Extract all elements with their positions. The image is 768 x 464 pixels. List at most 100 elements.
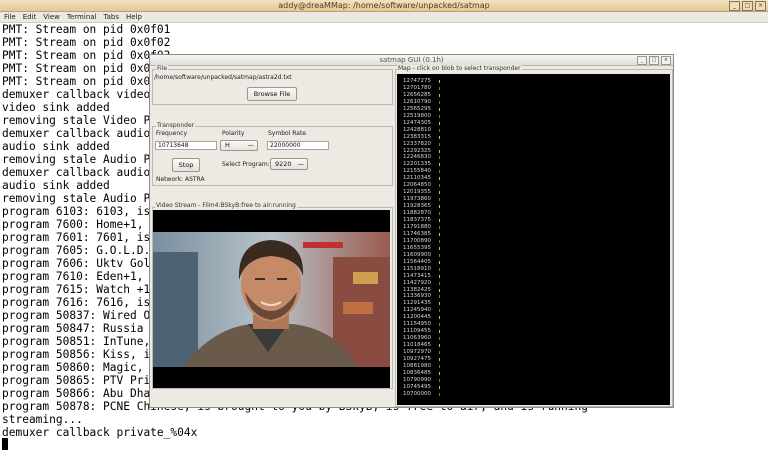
maximize-icon[interactable]: □	[742, 1, 753, 11]
transponder-blob[interactable]	[439, 80, 440, 83]
transponder-blob[interactable]	[439, 302, 440, 306]
terminal-line: demuxer callback private_%04x	[2, 426, 198, 439]
transponder-blob[interactable]	[439, 358, 440, 361]
satmap-window: satmap GUI (0.1h) _ □ × File /home/softw…	[149, 54, 674, 408]
frequency-tick-label: 11427920	[403, 279, 431, 286]
transponder-blob[interactable]	[439, 219, 440, 222]
terminal-line: program 7601: 7601, is	[2, 231, 151, 244]
polarity-label: Polarity	[222, 130, 245, 137]
transponder-blob[interactable]	[439, 246, 440, 250]
transponder-blob[interactable]	[439, 232, 440, 236]
transponder-blob[interactable]	[439, 385, 440, 389]
transponder-blob[interactable]	[439, 177, 440, 181]
terminal-line: program 7610: Eden+1, i	[2, 270, 157, 283]
transponder-blob[interactable]	[439, 239, 440, 243]
transponder-blob[interactable]	[439, 288, 440, 292]
transponder-blob[interactable]	[439, 295, 440, 299]
menu-tabs[interactable]: Tabs	[104, 12, 120, 22]
terminal-line: PMT: Stream on pid 0x0f02	[2, 36, 171, 49]
terminal-line: PMT: Stream on pid 0x0f01	[2, 23, 171, 36]
transponder-blob[interactable]	[439, 337, 440, 341]
transponder-blob[interactable]	[439, 330, 440, 334]
transponder-blob[interactable]	[439, 107, 440, 111]
transponder-blob[interactable]	[439, 114, 440, 118]
transponder-blob[interactable]	[439, 344, 440, 348]
chevron-down-icon: —	[297, 160, 305, 168]
transponder-blob[interactable]	[439, 156, 440, 160]
transponder-blob[interactable]	[439, 100, 440, 104]
transponder-blob[interactable]	[439, 378, 440, 382]
transponder-blob[interactable]	[439, 392, 440, 396]
polarity-select[interactable]: H —	[220, 140, 258, 151]
transponder-blob[interactable]	[439, 316, 440, 320]
minimize-icon[interactable]: _	[637, 56, 647, 65]
terminal-line: streaming...	[2, 413, 83, 426]
frequency-tick-label: 11018465	[403, 342, 431, 349]
transponder-blob[interactable]	[439, 163, 440, 167]
terminal-line: program 50865: PTV Prim	[2, 374, 157, 387]
chevron-down-icon: —	[247, 141, 255, 149]
transponder-blob[interactable]	[439, 205, 440, 209]
transponder-blob[interactable]	[439, 149, 440, 153]
transponder-blob[interactable]	[439, 267, 440, 271]
menu-terminal[interactable]: Terminal	[67, 12, 97, 22]
frequency-input[interactable]: 10713648	[155, 141, 217, 150]
menu-edit[interactable]: Edit	[23, 12, 37, 22]
transponder-blob[interactable]	[439, 184, 440, 188]
close-icon[interactable]: ×	[755, 1, 766, 11]
frequency-tick-label: 12565295	[403, 105, 431, 112]
satmap-title: satmap GUI (0.1h)	[379, 56, 444, 64]
terminal-line: program 7615: Watch +1,	[2, 283, 157, 296]
transponder-blob[interactable]	[439, 225, 440, 229]
transponder-blob[interactable]	[439, 121, 440, 125]
frequency-tick-label: 11837375	[403, 217, 431, 223]
transponder-blob[interactable]	[439, 260, 440, 264]
frequency-tick-label: 11518910	[403, 265, 431, 272]
stop-button[interactable]: Stop	[172, 158, 200, 172]
transponder-blob[interactable]	[439, 281, 440, 285]
transponder-blob[interactable]	[439, 170, 440, 174]
frequency-tick-label: 12155840	[403, 168, 431, 175]
frequency-tick-label: 11609900	[403, 251, 431, 258]
transponder-blob[interactable]	[439, 135, 440, 139]
transponder-blob[interactable]	[439, 323, 440, 327]
terminal-line: demuxer callback audio_	[2, 127, 157, 140]
minimize-icon[interactable]: _	[729, 1, 740, 11]
transponder-blob[interactable]	[439, 371, 440, 375]
terminal-line: audio sink added	[2, 179, 110, 192]
menu-view[interactable]: View	[43, 12, 60, 22]
terminal-line: removing stale Audio PA	[2, 192, 157, 205]
transponder-blob[interactable]	[439, 309, 440, 313]
transponder-blob[interactable]	[439, 253, 440, 257]
transponder-blob[interactable]	[439, 191, 440, 195]
transponder-blob[interactable]	[439, 364, 440, 368]
transponder-blob[interactable]	[439, 212, 440, 216]
frequency-tick-label: 11336930	[403, 293, 431, 300]
transponder-blob[interactable]	[439, 128, 440, 132]
terminal-line: program 7606: Uktv Gold	[2, 257, 157, 270]
terminal-line: removing stale Audio PA	[2, 153, 157, 166]
frequency-tick-label: 10745495	[403, 383, 431, 390]
menu-help[interactable]: Help	[126, 12, 142, 22]
transponder-blob[interactable]	[439, 93, 440, 97]
terminal-line: program 50837: Wired Oc	[2, 309, 157, 322]
frequency-tick-label: 12474305	[403, 119, 431, 126]
frequency-tick-label: 11973860	[403, 196, 431, 203]
transponder-map[interactable]: 12747275 12701780 12656285 12610790 12565295…	[397, 74, 670, 405]
frequency-tick-label: 10836485	[403, 369, 431, 376]
transponder-blob[interactable]	[439, 198, 440, 202]
close-icon[interactable]: ×	[661, 56, 671, 65]
menu-file[interactable]: File	[4, 12, 16, 22]
symbol-rate-input[interactable]: 22000000	[267, 141, 329, 150]
browse-file-button[interactable]: Browse File	[247, 87, 297, 101]
video-player[interactable]	[153, 210, 390, 388]
maximize-icon[interactable]: □	[649, 56, 659, 65]
transponder-blob[interactable]	[439, 86, 440, 90]
frequency-tick-label: 12747275	[403, 78, 431, 84]
transponder-blob[interactable]	[439, 351, 440, 355]
program-select[interactable]: 9220 —	[270, 158, 308, 170]
terminal-line: program 6103: 6103, is	[2, 205, 151, 218]
transponder-blob[interactable]	[439, 274, 440, 278]
transponder-blob[interactable]	[439, 142, 440, 146]
frequency-tick-label: 11109455	[403, 328, 431, 335]
